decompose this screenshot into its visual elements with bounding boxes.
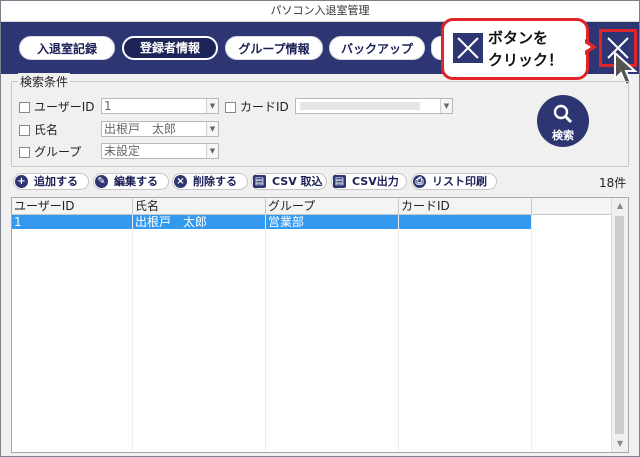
add-button-label: 追加する bbox=[34, 175, 78, 188]
table-row[interactable]: 1 出根戸 太郎 営業部 bbox=[12, 215, 532, 229]
close-icon bbox=[453, 33, 483, 63]
callout-text: ボタンを クリック！ bbox=[488, 27, 588, 71]
user-id-value: 1 bbox=[104, 99, 112, 113]
scroll-up-icon[interactable]: ▲ bbox=[612, 198, 628, 214]
cell-group: 営業部 bbox=[266, 215, 399, 229]
cell-user-id: 1 bbox=[12, 215, 133, 229]
name-label: 氏名 bbox=[34, 123, 59, 137]
group-checkbox[interactable] bbox=[19, 147, 30, 158]
name-checkbox-row[interactable]: 氏名 bbox=[19, 121, 58, 138]
chevron-down-icon: ▼ bbox=[440, 99, 452, 113]
plus-icon: + bbox=[15, 175, 28, 188]
name-checkbox[interactable] bbox=[19, 125, 30, 136]
search-conditions-title: 検索条件 bbox=[18, 73, 71, 90]
callout-pointer-inner bbox=[583, 42, 591, 52]
add-button[interactable]: + 追加する bbox=[13, 173, 89, 190]
csv-icon: ▤ bbox=[333, 175, 346, 188]
table-header: ユーザーID 氏名 グループ カードID bbox=[12, 198, 613, 215]
tab-registrant-info[interactable]: 登録者情報 bbox=[122, 36, 218, 60]
delete-button[interactable]: × 削除する bbox=[172, 173, 248, 190]
card-id-blurred-value bbox=[300, 102, 420, 110]
card-id-checkbox-row[interactable]: カードID bbox=[225, 98, 289, 115]
vertical-scrollbar[interactable]: ▲ ▼ bbox=[611, 198, 628, 452]
pencil-icon: ✎ bbox=[95, 175, 108, 188]
user-id-checkbox-row[interactable]: ユーザーID bbox=[19, 98, 95, 115]
column-header-user-id[interactable]: ユーザーID bbox=[12, 198, 133, 214]
csv-icon: ▤ bbox=[253, 175, 266, 188]
card-id-select[interactable]: ▼ bbox=[295, 98, 453, 114]
print-list-button[interactable]: ⎙ リスト印刷 bbox=[411, 173, 497, 190]
edit-button-label: 編集する bbox=[114, 175, 158, 188]
user-id-label: ユーザーID bbox=[34, 100, 95, 114]
search-button[interactable]: 検索 bbox=[537, 95, 589, 147]
search-button-label: 検索 bbox=[552, 129, 574, 142]
name-select[interactable]: 出根戸 太郎 ▼ bbox=[101, 121, 219, 137]
tab-group-info[interactable]: グループ情報 bbox=[225, 36, 323, 60]
user-id-checkbox[interactable] bbox=[19, 102, 30, 113]
column-divider bbox=[132, 215, 133, 452]
group-checkbox-row[interactable]: グループ bbox=[19, 143, 81, 160]
group-label: グループ bbox=[34, 145, 82, 159]
instruction-callout: ボタンを クリック！ bbox=[441, 18, 589, 80]
delete-icon: × bbox=[174, 175, 187, 188]
record-count: 18件 bbox=[599, 176, 627, 190]
csv-import-label: CSV 取込 bbox=[272, 175, 323, 188]
edit-button[interactable]: ✎ 編集する bbox=[93, 173, 169, 190]
column-divider bbox=[398, 215, 399, 452]
scrollbar-thumb[interactable] bbox=[615, 216, 624, 434]
column-header-card-id[interactable]: カードID bbox=[399, 198, 532, 214]
column-header-name[interactable]: 氏名 bbox=[133, 198, 266, 214]
column-divider bbox=[265, 215, 266, 452]
app-window: パソコン入退室管理 入退室記録 登録者情報 グループ情報 バックアップ ボタンを… bbox=[0, 0, 640, 457]
group-select[interactable]: 未設定 ▼ bbox=[101, 143, 219, 159]
scroll-down-icon[interactable]: ▼ bbox=[612, 436, 628, 452]
csv-import-button[interactable]: ▤ CSV 取込 bbox=[251, 173, 327, 190]
column-header-group[interactable]: グループ bbox=[266, 198, 399, 214]
chevron-down-icon: ▼ bbox=[206, 122, 218, 136]
printer-icon: ⎙ bbox=[413, 175, 426, 188]
card-id-checkbox[interactable] bbox=[225, 102, 236, 113]
print-list-label: リスト印刷 bbox=[432, 175, 487, 188]
column-divider bbox=[531, 215, 532, 452]
cell-card-id bbox=[399, 215, 532, 229]
csv-export-label: CSV出力 bbox=[352, 175, 399, 188]
tab-backup[interactable]: バックアップ bbox=[329, 36, 425, 60]
chevron-down-icon: ▼ bbox=[206, 99, 218, 113]
card-id-label: カードID bbox=[240, 100, 289, 114]
registrant-table[interactable]: ユーザーID 氏名 グループ カードID 1 出根戸 太郎 営業部 ▲ ▼ bbox=[11, 197, 629, 453]
callout-line-2: クリック！ bbox=[488, 51, 564, 69]
tab-entry-exit-log[interactable]: 入退室記録 bbox=[19, 36, 115, 60]
chevron-down-icon: ▼ bbox=[206, 144, 218, 158]
search-icon bbox=[553, 104, 573, 124]
csv-export-button[interactable]: ▤ CSV出力 bbox=[331, 173, 407, 190]
name-value: 出根戸 太郎 bbox=[104, 122, 177, 136]
user-id-select[interactable]: 1 ▼ bbox=[101, 98, 219, 114]
group-value: 未設定 bbox=[104, 144, 141, 158]
delete-button-label: 削除する bbox=[193, 175, 237, 188]
callout-line-1: ボタンを bbox=[488, 29, 549, 47]
cell-name: 出根戸 太郎 bbox=[133, 215, 266, 229]
